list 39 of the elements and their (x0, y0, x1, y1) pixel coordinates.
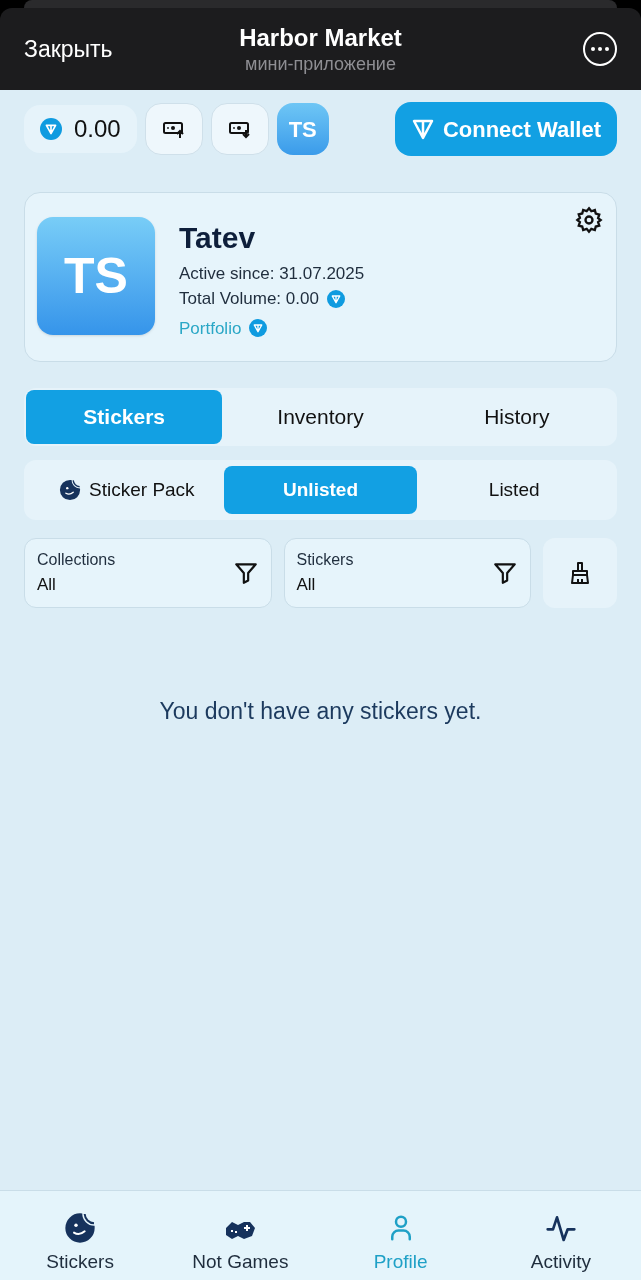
ton-logo-icon (410, 117, 435, 141)
tab[interactable]: Inventory (222, 390, 419, 444)
settings-button[interactable] (574, 205, 604, 235)
sticker-icon (64, 1211, 97, 1244)
sticker-icon (59, 479, 82, 501)
profile-avatar: TS (37, 217, 155, 335)
total-volume: Total Volume: 0.00 (179, 288, 319, 310)
nav-item[interactable]: Not Games (160, 1191, 321, 1280)
withdraw-button[interactable] (210, 103, 269, 155)
empty-message: You don't have any stickers yet. (159, 697, 482, 726)
filter-label: Stickers (296, 550, 354, 571)
segment-tab[interactable]: Listed (417, 466, 611, 514)
filter-dropdown[interactable]: Collections All (24, 538, 272, 608)
filter-icon (492, 560, 518, 586)
nav-item[interactable]: Activity (480, 1191, 641, 1280)
ton-icon (249, 319, 268, 338)
active-since: Active since: 31.07.2025 (179, 262, 365, 285)
filter-value: All (37, 574, 56, 597)
balance-amount: 0.00 (74, 114, 121, 144)
segment-tab[interactable]: Sticker Pack (30, 466, 224, 514)
nav-item[interactable]: Stickers (0, 1191, 161, 1280)
ton-icon (40, 118, 62, 140)
tab[interactable]: History (418, 390, 615, 444)
ton-icon (326, 289, 345, 308)
settings-icon (575, 206, 603, 234)
clear-filters-button[interactable] (543, 538, 617, 608)
cash-download-icon (227, 119, 252, 139)
profile-name: Tatev (179, 220, 257, 256)
more-button[interactable] (583, 32, 617, 66)
app-subtitle: мини-приложение (245, 52, 396, 76)
broom-icon (569, 561, 591, 585)
deposit-button[interactable] (144, 103, 203, 155)
filter-label: Collections (37, 550, 116, 571)
filter-dropdown[interactable]: Stickers All (283, 538, 531, 608)
cash-upload-icon (161, 119, 186, 139)
close-button[interactable]: Закрыть (24, 31, 144, 67)
filter-value: All (296, 574, 316, 597)
filter-icon (232, 560, 259, 586)
app-title: Harbor Market (239, 22, 402, 53)
